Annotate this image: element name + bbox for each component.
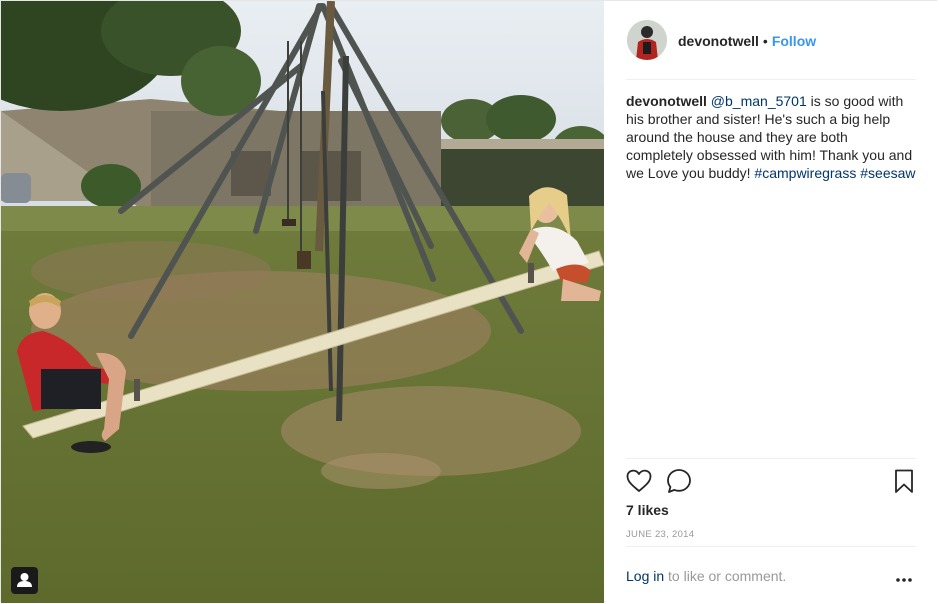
actions-divider [626, 458, 916, 459]
likes-count[interactable]: 7 likes [626, 502, 669, 518]
heart-icon[interactable] [626, 469, 652, 498]
instagram-post: devonotwell • Follow devonotwell @b_man_57… [0, 0, 937, 603]
header-username[interactable]: devonotwell [678, 33, 759, 49]
login-prompt-text: to like or comment. [668, 568, 787, 584]
post-caption: devonotwell @b_man_5701 is so good with … [626, 92, 918, 182]
post-side-panel: devonotwell • Follow devonotwell @b_man_57… [605, 1, 937, 603]
hashtag-link[interactable]: #campwiregrass [754, 165, 856, 181]
comment-bubble-icon[interactable] [666, 468, 692, 499]
separator-bullet: • [762, 33, 768, 49]
tagged-user-icon[interactable] [11, 567, 38, 594]
seesaw-playground-photo [1, 1, 604, 603]
post-photo[interactable] [1, 1, 604, 603]
bottom-divider [626, 546, 916, 547]
more-options-icon[interactable] [895, 571, 913, 582]
login-prompt: Log in to like or comment. [626, 568, 786, 584]
post-header: devonotwell • Follow [605, 1, 937, 80]
bookmark-icon[interactable] [894, 469, 914, 499]
post-date: JUNE 23, 2014 [626, 529, 695, 540]
login-link[interactable]: Log in [626, 568, 664, 584]
header-divider [626, 79, 916, 80]
header-text: devonotwell • Follow [678, 33, 816, 50]
avatar[interactable] [627, 20, 667, 60]
caption-mention-link[interactable]: @b_man_5701 [711, 93, 807, 109]
caption-username[interactable]: devonotwell [626, 93, 707, 109]
hashtag-link[interactable]: #seesaw [860, 165, 915, 181]
follow-button[interactable]: Follow [772, 33, 816, 49]
